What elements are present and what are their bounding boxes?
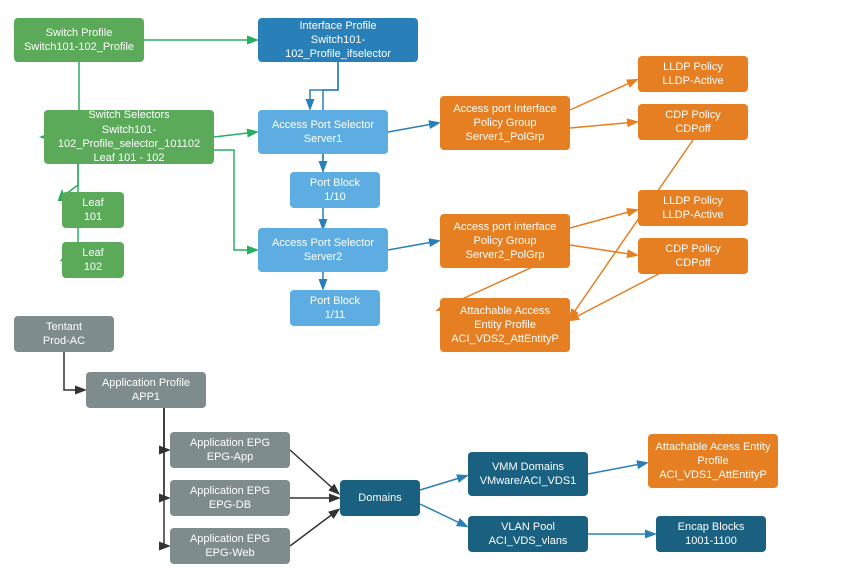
port-block-1-10-node: Port Block1/10 [290,172,380,208]
leaf101-node: Leaf101 [62,192,124,228]
vmm-domains-node: VMM DomainsVMware/ACI_VDS1 [468,452,588,496]
diagram: Switch ProfileSwitch101-102_Profile Inte… [0,0,853,586]
cdp-policy2-node: CDP PolicyCDPoff [638,238,748,274]
encap-blocks-node: Encap Blocks1001-1100 [656,516,766,552]
attachable-aep2-node: Attachable Acess EntityProfileACI_VDS1_A… [648,434,778,488]
attachable-aep-node: Attachable AccessEntity ProfileACI_VDS2_… [440,298,570,352]
switch-selectors-node: Switch SelectorsSwitch101-102_Profile_se… [44,110,214,164]
tenant-node: TentantProd-AC [14,316,114,352]
app-profile-node: Application ProfileAPP1 [86,372,206,408]
domains-node: Domains [340,480,420,516]
access-port-selector2-node: Access Port SelectorServer2 [258,228,388,272]
leaf102-node: Leaf102 [62,242,124,278]
epg-db-node: Application EPGEPG-DB [170,480,290,516]
access-port-pg-server2-node: Access port interfacePolicy GroupServer2… [440,214,570,268]
access-port-selector1-node: Access Port SelectorServer1 [258,110,388,154]
switch-profile-node: Switch ProfileSwitch101-102_Profile [14,18,144,62]
lldp-policy1-node: LLDP PolicyLLDP-Active [638,56,748,92]
epg-web-node: Application EPGEPG-Web [170,528,290,564]
lldp-policy2-node: LLDP PolicyLLDP-Active [638,190,748,226]
interface-profile-node: Interface ProfileSwitch101-102_Profile_i… [258,18,418,62]
epg-app-node: Application EPGEPG-App [170,432,290,468]
access-port-pg-server1-node: Access port InterfacePolicy GroupServer1… [440,96,570,150]
port-block-1-11-node: Port Block1/11 [290,290,380,326]
vlan-pool-node: VLAN PoolACI_VDS_vlans [468,516,588,552]
cdp-policy1-node: CDP PolicyCDPoff [638,104,748,140]
